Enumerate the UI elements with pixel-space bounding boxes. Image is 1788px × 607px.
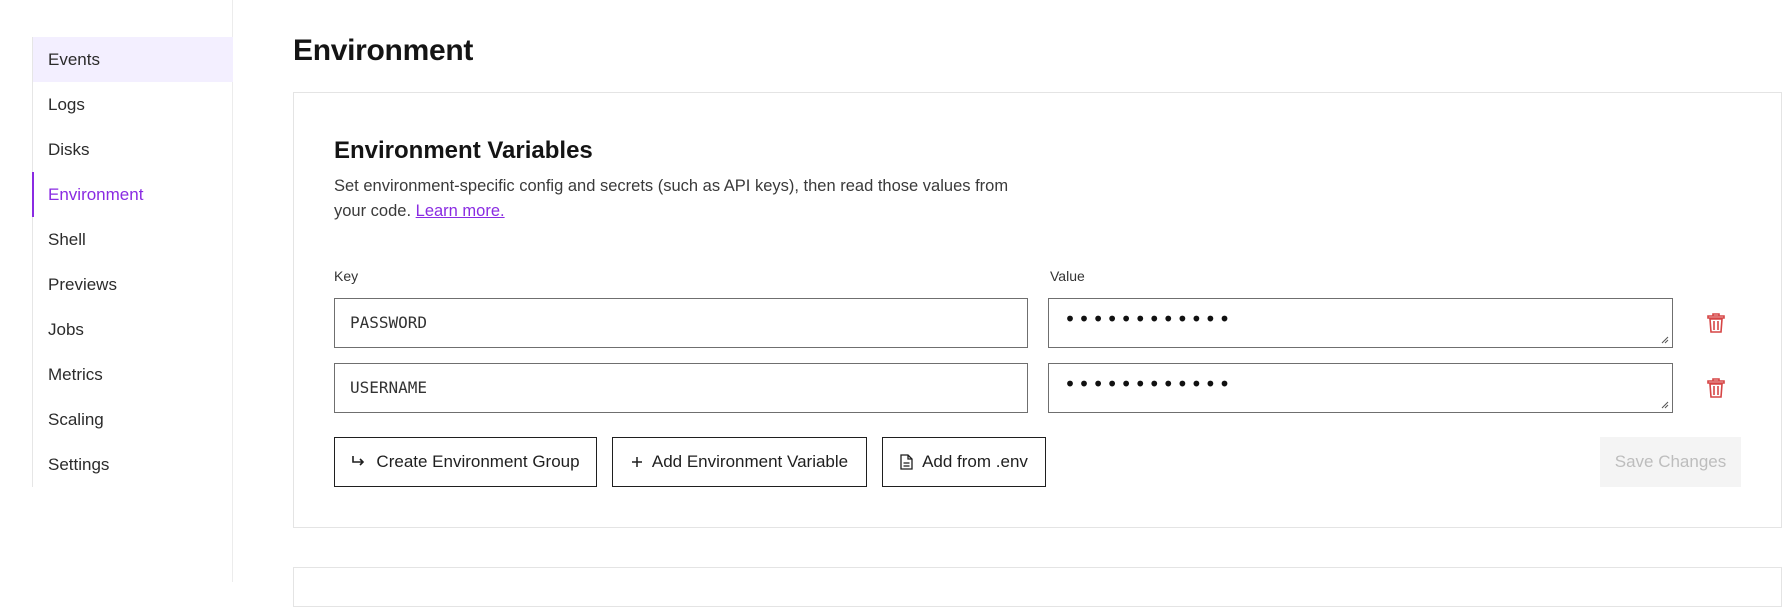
sidebar-item-settings[interactable]: Settings [33,442,233,487]
learn-more-link[interactable]: Learn more. [416,202,505,220]
value-column-label: Value [1050,268,1085,284]
sidebar-item-scaling[interactable]: Scaling [33,397,233,442]
delete-variable-button[interactable] [1703,375,1729,401]
description-line-2: your code. [334,202,412,220]
sidebar-item-metrics[interactable]: Metrics [33,352,233,397]
trash-icon [1707,313,1725,333]
env-value-input[interactable]: •••••••••••• [1048,298,1673,348]
service-sidebar: Events Logs Disks Environment Shell Prev… [32,37,233,487]
env-key-input[interactable]: PASSWORD [334,298,1028,348]
next-section-card [293,567,1782,607]
add-from-env-label: Add from .env [922,452,1028,471]
env-value-input[interactable]: •••••••••••• [1048,363,1673,413]
sidebar-item-logs[interactable]: Logs [33,82,233,127]
add-environment-variable-label: Add Environment Variable [651,452,849,471]
sidebar-item-environment[interactable]: Environment [32,172,233,217]
environment-variables-card: Environment Variables Set environment-sp… [293,92,1782,528]
env-key-input[interactable]: USERNAME [334,363,1028,413]
page-title: Environment [293,34,474,67]
save-changes-button[interactable]: Save Changes [1600,437,1741,487]
redirect-arrow-icon [351,455,367,469]
section-description: Set environment-specific config and secr… [334,174,1054,224]
sidebar-item-jobs[interactable]: Jobs [33,307,233,352]
resize-grip-icon[interactable] [1661,336,1669,344]
env-value-masked: •••••••••••• [1064,307,1233,331]
resize-grip-icon[interactable] [1661,401,1669,409]
sidebar-item-previews[interactable]: Previews [33,262,233,307]
env-value-masked: •••••••••••• [1064,372,1233,396]
trash-icon [1707,378,1725,398]
description-line-1: Set environment-specific config and secr… [334,177,1009,195]
sidebar-item-shell[interactable]: Shell [33,217,233,262]
create-environment-group-label: Create Environment Group [376,452,580,471]
plus-icon [631,456,643,468]
sidebar-item-disks[interactable]: Disks [33,127,233,172]
create-environment-group-button[interactable]: Create Environment Group [334,437,597,487]
file-icon [900,454,913,470]
add-environment-variable-button[interactable]: Add Environment Variable [612,437,867,487]
key-column-label: Key [334,268,359,284]
sidebar-item-events[interactable]: Events [33,37,233,82]
add-from-env-button[interactable]: Add from .env [882,437,1046,487]
delete-variable-button[interactable] [1703,310,1729,336]
section-title: Environment Variables [334,137,593,164]
